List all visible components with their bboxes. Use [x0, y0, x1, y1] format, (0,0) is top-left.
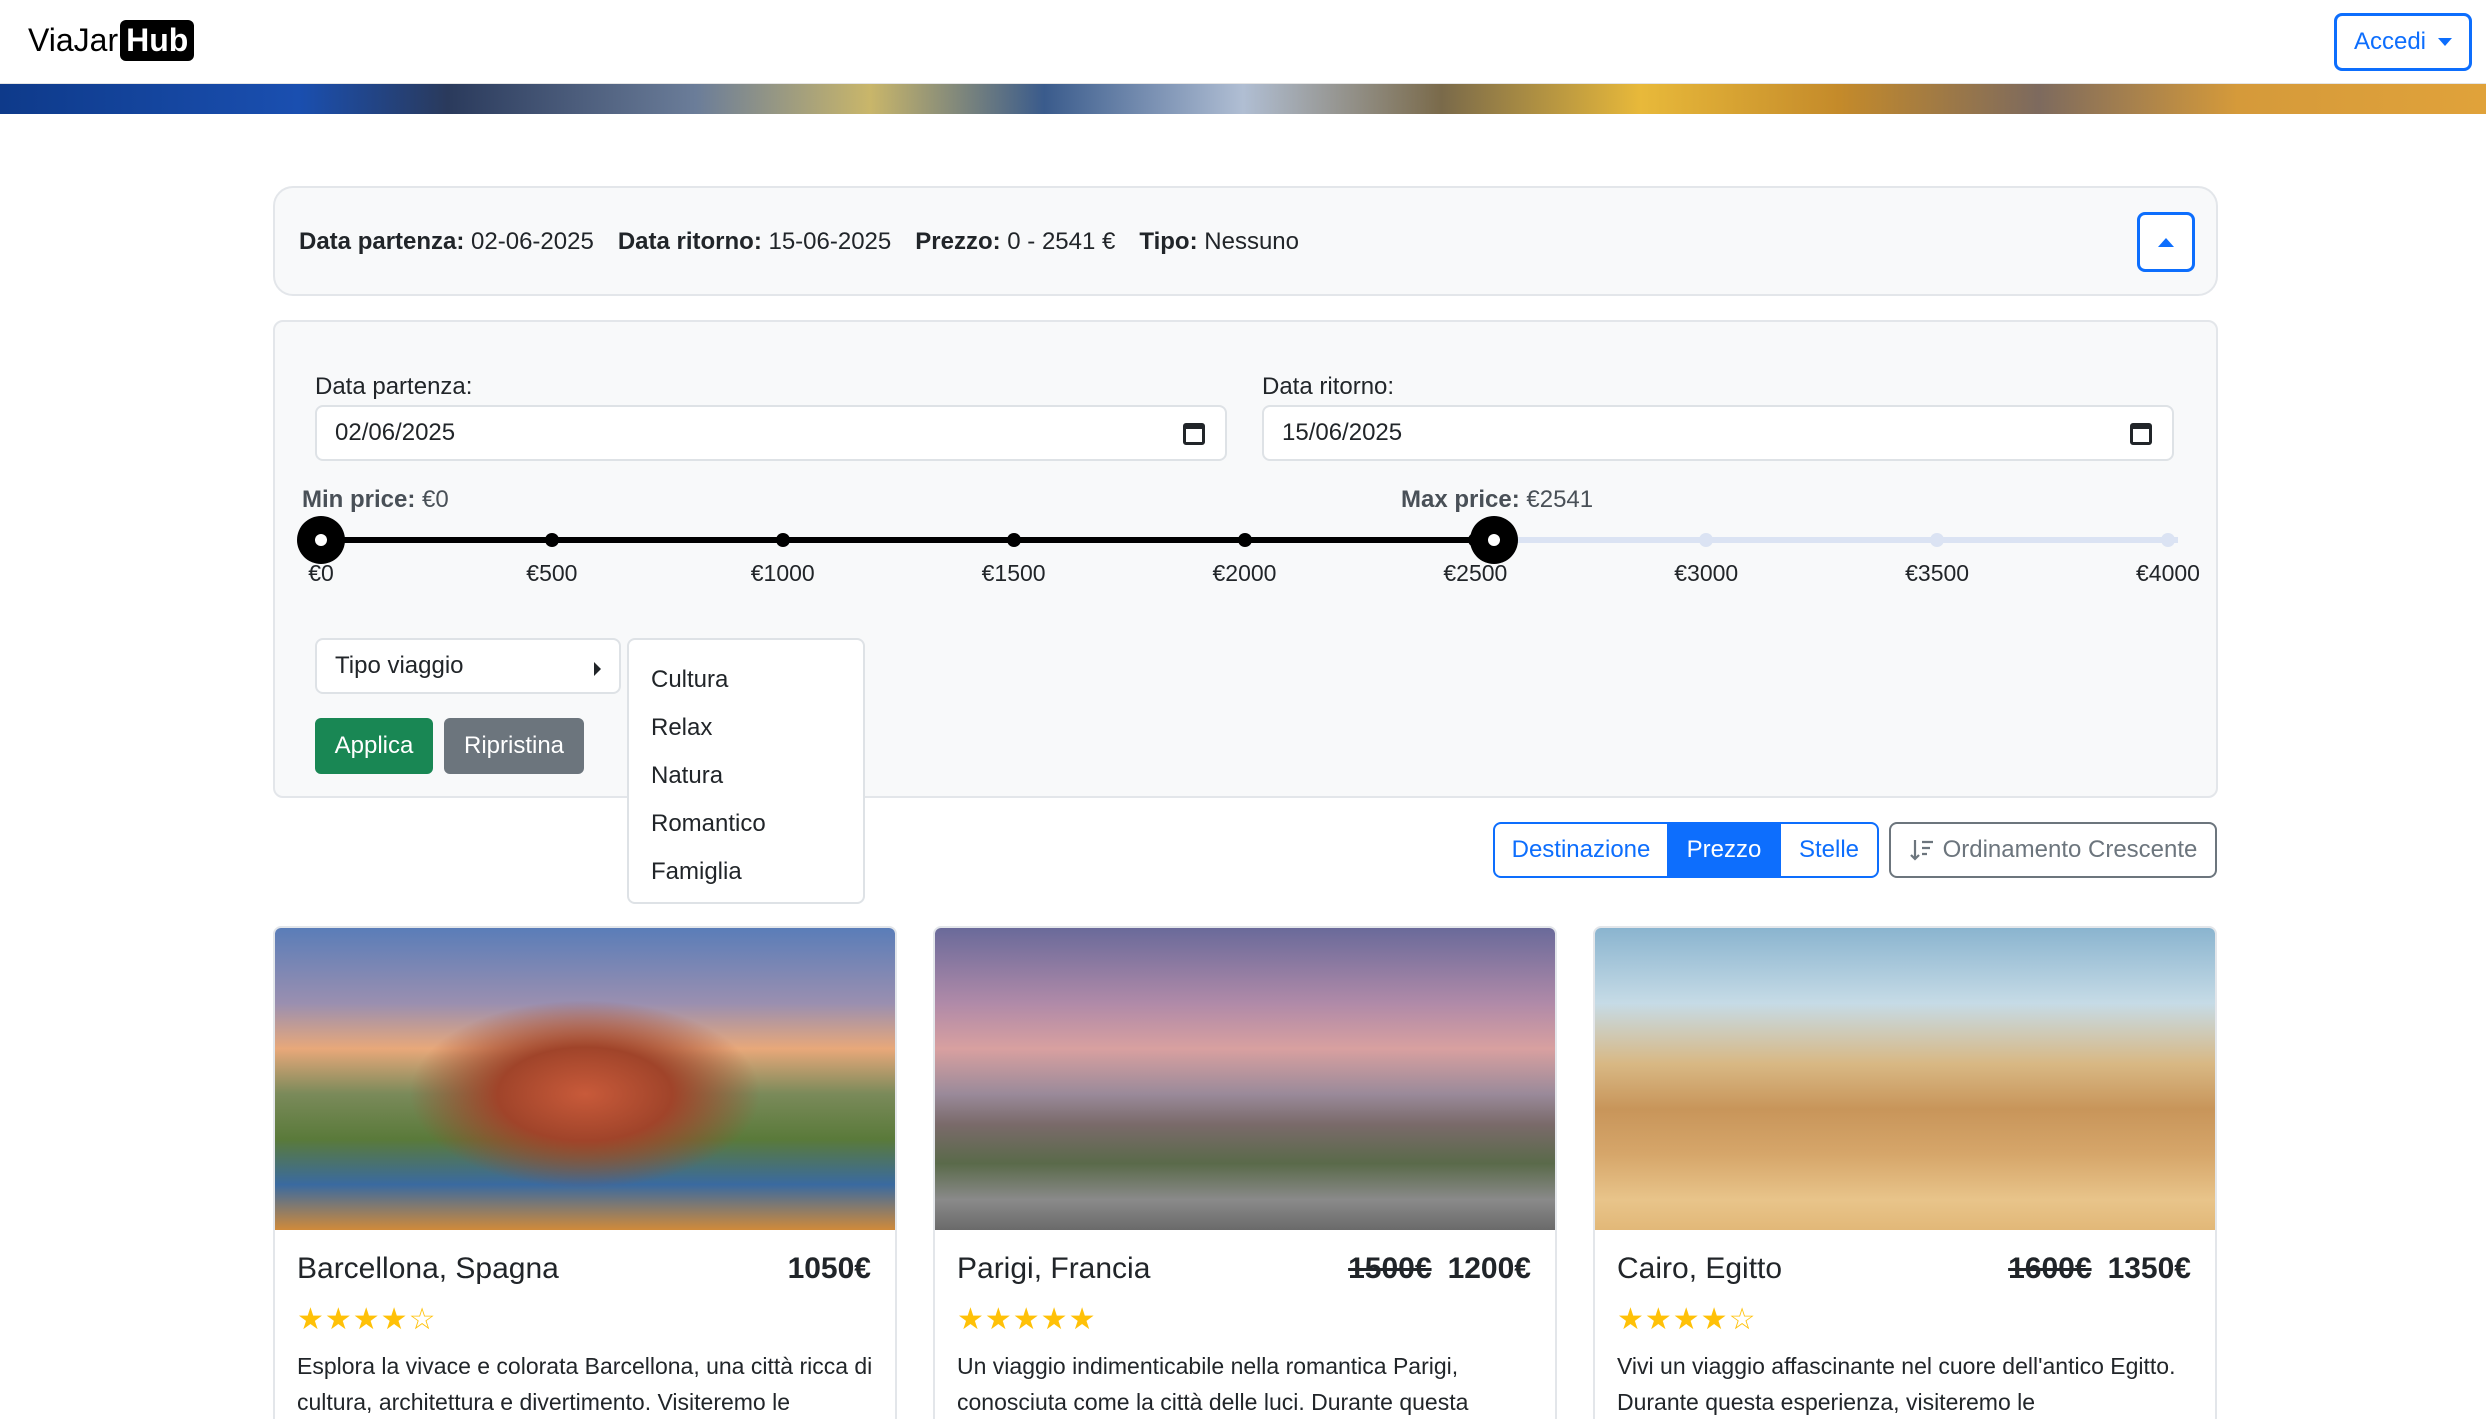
slider-min-handle[interactable]: [297, 516, 345, 564]
summary-return: Data ritorno: 15-06-2025: [617, 228, 892, 255]
slider-tick-dot: [544, 533, 559, 547]
trip-card-price-current: 1350€: [2107, 1252, 2191, 1285]
trip-card-price: 1600€ 1350€: [2008, 1252, 2191, 1286]
login-label: Accedi: [2353, 28, 2427, 55]
min-price-value: €0: [422, 486, 449, 513]
calendar-icon[interactable]: [1183, 423, 1205, 445]
menu-item-famiglia[interactable]: Famiglia: [629, 848, 863, 896]
chevron-right-icon: [594, 662, 601, 676]
trip-card-rating: ★★★★★: [957, 1303, 1097, 1336]
min-price-label: Min price: €0: [302, 486, 449, 513]
reset-button[interactable]: Ripristina: [444, 718, 584, 774]
trip-card-title: Barcellona, Spagna: [297, 1252, 559, 1285]
trip-card-image: [935, 928, 1555, 1230]
slider-track-active[interactable]: [321, 537, 1495, 543]
sort-price-button[interactable]: Prezzo: [1669, 822, 1781, 878]
slider-tick-label: €4000: [2136, 560, 2200, 586]
max-price-label: Max price: €2541: [1401, 486, 1594, 513]
trip-card-rating: ★★★★☆: [297, 1303, 437, 1336]
trip-card[interactable]: Parigi, Francia 1500€ 1200€ ★★★★★ Un via…: [933, 926, 1557, 1419]
menu-item-romantico[interactable]: Romantico: [629, 800, 863, 848]
slider-tick-label: €500: [526, 560, 578, 586]
filter-summary-bar: Data partenza: 02-06-2025 Data ritorno: …: [273, 186, 2218, 296]
trip-card-price-current: 1050€: [787, 1252, 871, 1285]
trip-card-price: 1050€: [788, 1252, 871, 1286]
max-price-value: €2541: [1526, 486, 1594, 513]
apply-button[interactable]: Applica: [315, 718, 433, 774]
slider-tick-label: €1500: [981, 560, 1046, 586]
departure-date-value: 02/06/2025: [335, 419, 456, 446]
slider-max-handle[interactable]: [1470, 516, 1519, 564]
departure-date-label: Data partenza:: [315, 373, 473, 400]
return-date-input[interactable]: 15/06/2025: [1262, 405, 2174, 461]
sort-ascending-icon: [1909, 840, 1933, 861]
slider-tick-label: €3500: [1905, 560, 1970, 586]
summary-price: Prezzo: 0 - 2541 €: [915, 228, 1116, 255]
slider-tick-dot: [1237, 533, 1252, 547]
slider-tick-dot: [1006, 533, 1021, 547]
chevron-up-icon: [2158, 237, 2174, 247]
slider-handle-center: [1488, 534, 1501, 546]
slider-tick-label: €0: [308, 560, 334, 586]
slider-tick-label: €2000: [1212, 560, 1277, 586]
trip-card-title: Parigi, Francia: [957, 1252, 1151, 1285]
trip-card-price-current: 1200€: [1447, 1252, 1531, 1285]
return-date-value: 15/06/2025: [1282, 419, 1403, 446]
trip-card-description: Esplora la vivace e colorata Barcellona,…: [297, 1353, 873, 1415]
trip-card-price-old: 1500€: [1348, 1252, 1432, 1285]
sort-order-label: Ordinamento Crescente: [1942, 836, 2198, 863]
navbar: ViaJar Hub Accedi: [0, 0, 2486, 84]
slider-tick-label: €3000: [1674, 560, 1739, 586]
chevron-down-icon: [2438, 38, 2453, 46]
sort-by-group: Destinazione Prezzo Stelle: [1493, 822, 1879, 878]
departure-date-input[interactable]: 02/06/2025: [315, 405, 1227, 461]
trip-type-label: Tipo viaggio: [335, 652, 464, 679]
menu-item-natura[interactable]: Natura: [629, 752, 863, 800]
trip-card-description: Un viaggio indimenticabile nella romanti…: [957, 1353, 1469, 1415]
sort-order-button[interactable]: Ordinamento Crescente: [1889, 822, 2217, 878]
slider-tick-dot: [1930, 533, 1945, 547]
brand-badge: Hub: [120, 20, 195, 61]
trip-card-description: Vivi un viaggio affascinante nel cuore d…: [1617, 1353, 2176, 1415]
brand-text: ViaJar: [28, 22, 119, 58]
menu-item-relax[interactable]: Relax: [629, 704, 863, 752]
trip-card-image: [275, 928, 895, 1230]
collapse-filters-button[interactable]: [2137, 212, 2195, 272]
sort-destination-button[interactable]: Destinazione: [1493, 822, 1669, 878]
hero-banner-image: [0, 84, 2486, 114]
calendar-icon[interactable]: [2130, 423, 2152, 445]
slider-tick-dot: [1699, 533, 1714, 547]
trip-card-title: Cairo, Egitto: [1617, 1252, 1783, 1285]
return-date-label: Data ritorno:: [1262, 373, 1395, 400]
sort-stars-button[interactable]: Stelle: [1781, 822, 1879, 878]
trip-type-menu: Cultura Relax Natura Romantico Famiglia: [627, 638, 865, 904]
trip-type-dropdown[interactable]: Tipo viaggio: [315, 638, 621, 694]
filter-summary-text: Data partenza: 02-06-2025 Data ritorno: …: [299, 228, 1299, 256]
menu-item-cultura[interactable]: Cultura: [629, 656, 863, 704]
slider-tick-dot: [775, 533, 790, 547]
slider-tick-label: €2500: [1443, 560, 1508, 586]
trip-card-image: [1595, 928, 2215, 1230]
slider-tick-dot: [2161, 533, 2175, 547]
slider-handle-center: [315, 534, 327, 546]
trip-card-price: 1500€ 1200€: [1348, 1252, 1531, 1286]
slider-tick-label: €1000: [750, 560, 815, 586]
trip-card-rating: ★★★★☆: [1617, 1303, 1757, 1336]
login-dropdown-button[interactable]: Accedi: [2334, 13, 2472, 71]
brand-logo[interactable]: ViaJar Hub: [28, 20, 195, 61]
slider-track-inactive[interactable]: [1494, 537, 2178, 543]
trip-card[interactable]: Cairo, Egitto 1600€ 1350€ ★★★★☆ Vivi un …: [1593, 926, 2217, 1419]
summary-departure: Data partenza: 02-06-2025: [299, 228, 594, 255]
trip-card-price-old: 1600€: [2008, 1252, 2092, 1285]
trip-card[interactable]: Barcellona, Spagna 1050€ ★★★★☆ Esplora l…: [273, 926, 897, 1419]
summary-type: Tipo: Nessuno: [1139, 228, 1299, 255]
